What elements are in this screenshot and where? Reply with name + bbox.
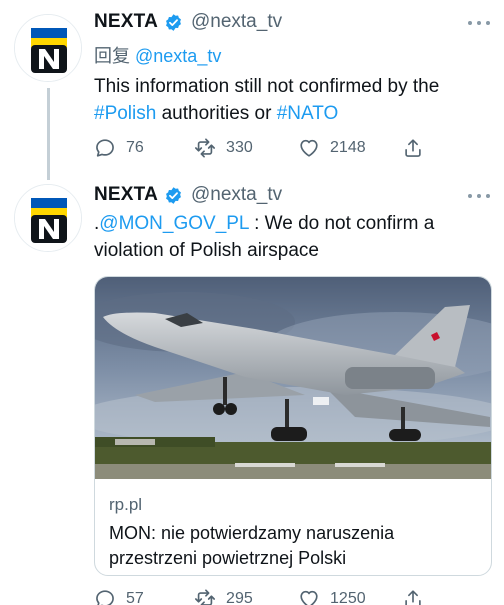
card-title[interactable]: MON: nie potwierdzamy naruszenia przestr… [109,521,479,571]
tweet-header: NEXTA @nexta_tv [94,183,282,207]
tweet-text: This information still not confirmed by … [94,73,492,127]
tweet[interactable]: NEXTA @nexta_tv 回复 @nexta_tv This inform… [0,0,504,180]
card-image [95,277,491,479]
like-button[interactable]: 2148 [298,137,402,159]
nexta-logo-icon [15,15,81,81]
like-button[interactable]: 1250 [298,588,402,605]
reply-prefix: 回复 [94,46,130,66]
retweet-button[interactable]: 330 [194,137,298,159]
reply-icon [96,590,114,605]
reply-button[interactable]: 76 [94,137,194,159]
retweet-icon [195,589,216,605]
verified-badge-icon [166,13,181,31]
retweet-button[interactable]: 295 [194,588,298,605]
reply-to-mention[interactable]: @nexta_tv [135,46,221,66]
author-handle[interactable]: @nexta_tv [191,11,282,33]
share-icon [405,590,421,605]
share-button[interactable] [402,588,424,605]
author-handle[interactable]: @nexta_tv [191,184,282,206]
tweet-actions: 76 330 2148 [94,135,424,161]
tweet-text-part: authorities or [156,103,277,124]
thread-line [47,88,50,180]
nexta-logo-icon [15,185,81,251]
share-icon [405,139,421,157]
reply-icon [96,139,114,157]
reply-count: 76 [126,139,144,156]
verified-badge-icon [166,186,181,204]
reply-context: 回复 @nexta_tv [94,42,221,68]
reply-count: 57 [126,590,144,605]
heart-icon [300,590,318,605]
tweet-text-part: This information still not confirmed by … [94,76,440,97]
tweet-header: NEXTA @nexta_tv [94,10,282,34]
author-name[interactable]: NEXTA [94,11,158,33]
like-count: 1250 [330,590,366,605]
tweet-actions: 57 295 1250 [94,586,424,605]
retweet-count: 295 [226,590,253,605]
more-icon[interactable] [468,18,490,28]
reply-button[interactable]: 57 [94,588,194,605]
tweet-text: .@MON_GOV_PL : We do not confirm a viola… [94,210,492,264]
link-card[interactable]: rp.pl MON: nie potwierdzamy naruszenia p… [94,276,492,576]
author-name[interactable]: NEXTA [94,184,158,206]
retweet-count: 330 [226,139,253,156]
hashtag-link[interactable]: #Polish [94,103,156,124]
mention-link[interactable]: @MON_GOV_PL [99,213,249,234]
card-domain: rp.pl [109,495,143,514]
share-button[interactable] [402,137,424,159]
avatar[interactable] [14,184,82,252]
tweet[interactable]: NEXTA @nexta_tv .@MON_GOV_PL : We do not… [0,172,504,605]
hashtag-link[interactable]: #NATO [277,103,339,124]
like-count: 2148 [330,139,366,156]
avatar[interactable] [14,14,82,82]
more-icon[interactable] [468,191,490,201]
heart-icon [300,139,318,157]
retweet-icon [195,138,216,158]
